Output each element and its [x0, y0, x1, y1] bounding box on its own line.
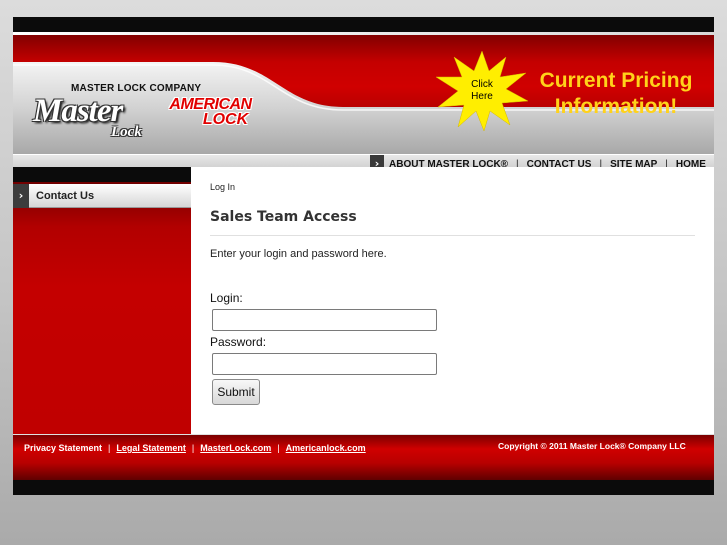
sidebar: › Contact Us: [13, 167, 191, 434]
promo-click-here[interactable]: Click Here: [459, 79, 505, 103]
login-input[interactable]: [212, 309, 437, 331]
copyright-text: Copyright © 2011 Master Lock® Company LL…: [498, 441, 686, 451]
site-header: MASTER LOCK COMPANY Master Lock AMERICAN…: [13, 32, 714, 183]
promo-line1: Current Pricing: [539, 69, 693, 92]
american-lock-logo[interactable]: AMERICAN LOCK: [163, 96, 258, 128]
top-black-bar: [13, 17, 714, 32]
footer-link-masterlock[interactable]: MasterLock.com: [200, 443, 271, 453]
promo-click-line2: Here: [471, 91, 493, 102]
page-title: Sales Team Access: [210, 209, 357, 225]
footer-link-privacy[interactable]: Privacy Statement: [24, 443, 102, 453]
sidebar-item-contact-us[interactable]: › Contact Us: [13, 183, 191, 208]
footer-link-legal[interactable]: Legal Statement: [116, 443, 186, 453]
submit-button[interactable]: Submit: [212, 379, 260, 405]
sidebar-item-label: Contact Us: [36, 189, 95, 202]
footer-separator: |: [108, 443, 111, 453]
footer-separator: |: [191, 443, 195, 453]
page: MASTER LOCK COMPANY Master Lock AMERICAN…: [13, 17, 714, 495]
logo-lock-text: Lock: [111, 124, 142, 140]
bottom-black-bar: [13, 480, 714, 495]
title-divider: [210, 235, 695, 236]
intro-text: Enter your login and password here.: [210, 248, 387, 260]
password-input[interactable]: [212, 353, 437, 375]
footer-link-americanlock[interactable]: Americanlock.com: [286, 443, 366, 453]
master-lock-logo[interactable]: Master: [33, 93, 123, 130]
breadcrumb[interactable]: Log In: [210, 182, 235, 192]
site-footer: Privacy Statement | Legal Statement | Ma…: [13, 434, 714, 480]
footer-separator: |: [277, 443, 280, 453]
sidebar-top-bar: [13, 167, 191, 182]
main-content: Log In Sales Team Access Enter your logi…: [191, 167, 714, 434]
password-label: Password:: [210, 335, 267, 349]
chevron-right-icon: ›: [13, 183, 29, 208]
promo-pricing-link[interactable]: Current Pricing Information!: [531, 68, 701, 120]
logo-american-text: AMERICAN: [169, 96, 252, 113]
promo-line2: Information!: [554, 95, 678, 118]
logo-master-text: Master: [33, 93, 123, 129]
promo-click-line1: Click: [471, 79, 493, 90]
footer-links: Privacy Statement | Legal Statement | Ma…: [24, 443, 366, 453]
logo-american-lock-text: LOCK: [202, 111, 249, 128]
login-label: Login:: [210, 291, 243, 305]
